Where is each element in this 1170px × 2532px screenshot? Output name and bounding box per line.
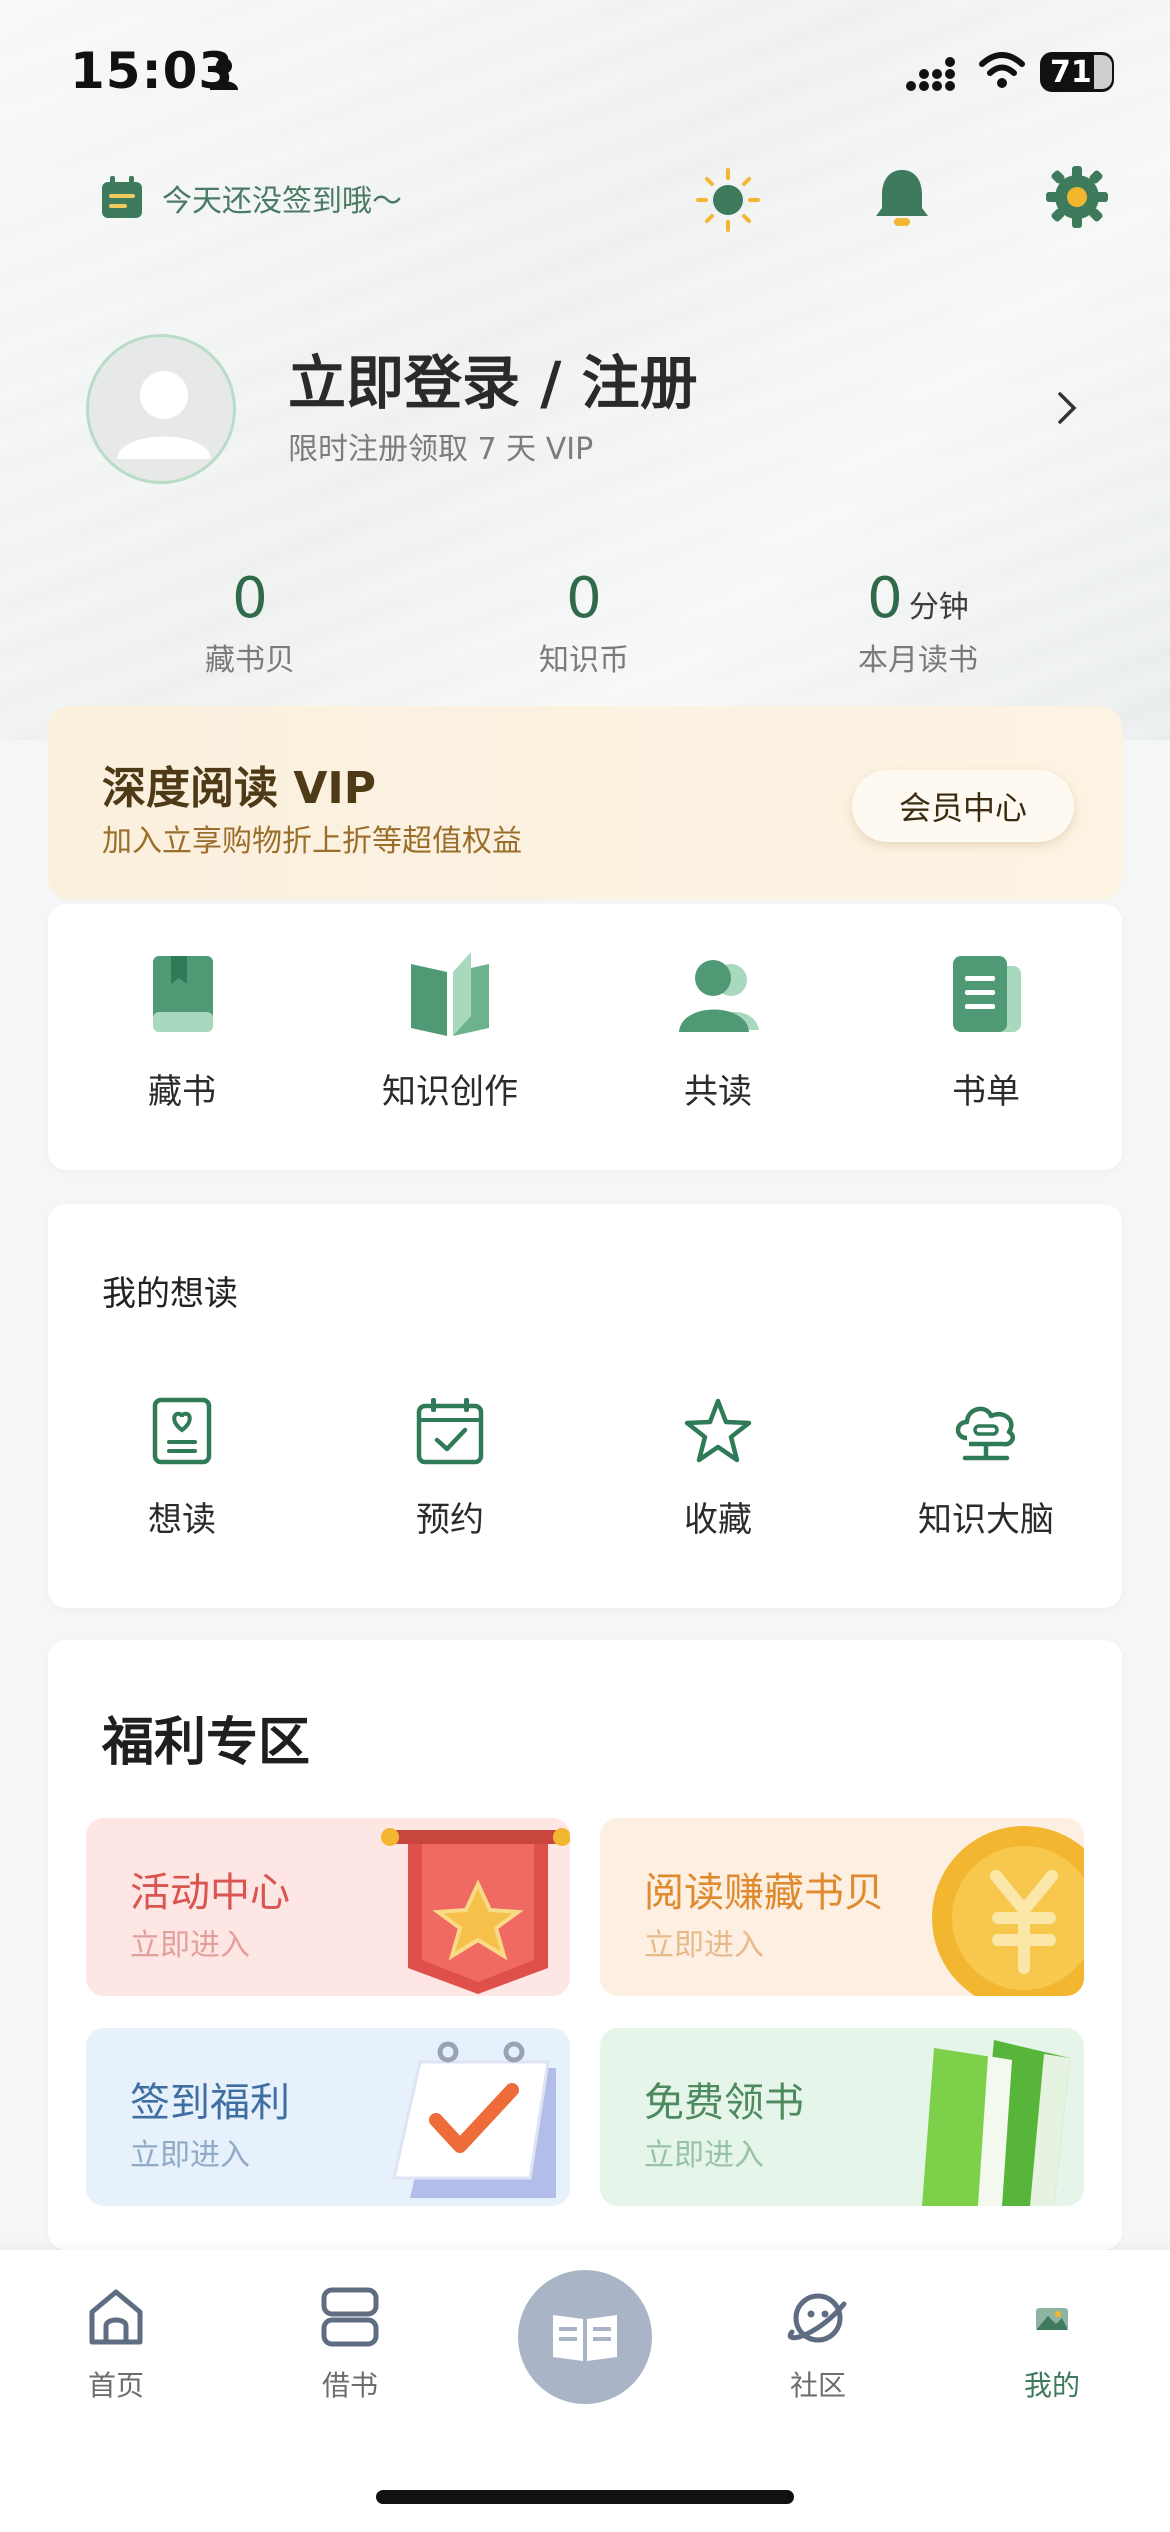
action-collection[interactable]: 藏书 <box>82 950 282 1113</box>
calendar-checkmark-icon <box>392 2041 556 2198</box>
wishlist-title: 我的想读 <box>102 1274 238 1314</box>
home-icon <box>89 2289 143 2345</box>
stat-value: 0 <box>867 566 903 631</box>
wish-label: 想读 <box>148 1500 216 1540</box>
wish-label: 收藏 <box>684 1500 752 1540</box>
settings-gear-icon[interactable] <box>1046 166 1108 228</box>
nav-reader-button[interactable] <box>518 2270 652 2404</box>
profile-icon <box>1036 2308 1068 2330</box>
person-icon <box>210 58 238 90</box>
action-co-reading[interactable]: 共读 <box>618 950 818 1113</box>
wish-item-reserve[interactable]: 预约 <box>340 1396 560 1541</box>
action-label: 共读 <box>684 1072 752 1112</box>
home-indicator[interactable] <box>376 2490 794 2504</box>
chevron-right-icon[interactable] <box>1056 388 1080 428</box>
stat-unit: 分钟 <box>908 590 969 625</box>
stat-label: 知识币 <box>539 643 629 678</box>
tile-title: 免费领书 <box>644 2080 804 2126</box>
checkin-text: 今天还没签到哦～ <box>162 184 402 219</box>
tile-subtitle: 立即进入 <box>130 2138 250 2173</box>
nav-home[interactable]: 首页 <box>36 2286 196 2404</box>
theme-sun-icon[interactable] <box>696 168 760 232</box>
stat-label: 藏书贝 <box>205 643 295 678</box>
ribbon-star-medal-icon <box>381 1828 570 1994</box>
action-label: 书单 <box>952 1072 1020 1112</box>
action-label: 知识创作 <box>382 1072 518 1112</box>
wish-item-knowledge-brain[interactable]: 知识大脑 <box>876 1396 1096 1541</box>
login-register-title[interactable]: 立即登录 / 注册 <box>288 336 698 420</box>
nav-mine[interactable]: 我的 <box>972 2286 1132 2404</box>
planet-icon <box>787 2293 847 2343</box>
brain-cloud-icon <box>955 1406 1015 1461</box>
benefits-title: 福利专区 <box>102 1713 311 1773</box>
member-center-button[interactable]: 会员中心 <box>852 770 1074 842</box>
tile-subtitle: 立即进入 <box>644 1928 764 1963</box>
yuan-coin-icon <box>932 1826 1084 1996</box>
default-avatar-icon <box>117 371 211 459</box>
group-users-icon <box>679 960 759 1032</box>
stat-collection-points[interactable]: 0 藏书贝 <box>130 566 370 679</box>
stat-value: 0 <box>566 566 602 631</box>
vip-title: 深度阅读 VIP <box>102 763 376 814</box>
nav-label: 我的 <box>1023 2369 1080 2402</box>
tile-checkin-benefits[interactable]: 签到福利 立即进入 <box>86 2028 570 2206</box>
wish-label: 预约 <box>416 1500 484 1540</box>
tile-read-earn-points[interactable]: 阅读赚藏书贝 立即进入 <box>600 1818 1084 1996</box>
action-knowledge-creation[interactable]: 知识创作 <box>350 950 550 1113</box>
tile-activity-center[interactable]: 活动中心 立即进入 <box>86 1818 570 1996</box>
vip-subtitle: 加入立享购物折上折等超值权益 <box>102 824 522 859</box>
bookmark-book-icon <box>153 956 213 1032</box>
star-icon <box>684 1398 752 1463</box>
notification-bell-icon[interactable] <box>872 166 932 230</box>
wish-item-favorites[interactable]: 收藏 <box>608 1396 828 1541</box>
stat-value: 0 <box>232 566 268 631</box>
wish-label: 知识大脑 <box>918 1500 1054 1540</box>
nav-label: 借书 <box>321 2369 378 2402</box>
action-label: 藏书 <box>148 1072 216 1112</box>
login-subtitle: 限时注册领取 7 天 VIP <box>288 432 594 467</box>
checkin-reminder[interactable]: 今天还没签到哦～ <box>100 176 402 220</box>
cellular-signal-icon <box>906 57 955 91</box>
heart-note-icon <box>152 1397 212 1465</box>
tile-subtitle: 立即进入 <box>130 1928 250 1963</box>
stat-label: 本月读书 <box>858 643 978 678</box>
battery-empty-part <box>1094 55 1112 89</box>
calendar-check-icon <box>416 1398 484 1465</box>
nav-label: 社区 <box>789 2369 846 2402</box>
borrow-icon <box>321 2287 379 2347</box>
stat-knowledge-coins[interactable]: 0 知识币 <box>464 566 704 679</box>
wish-item-want-read[interactable]: 想读 <box>72 1396 292 1541</box>
booklist-icon <box>953 956 1021 1032</box>
nav-community[interactable]: 社区 <box>738 2286 898 2404</box>
tile-title: 活动中心 <box>130 1870 290 1916</box>
tile-title: 签到福利 <box>130 2080 290 2126</box>
nav-label: 首页 <box>87 2369 144 2402</box>
calendar-icon <box>102 176 142 218</box>
avatar[interactable] <box>86 334 236 484</box>
wifi-icon <box>979 52 1025 88</box>
action-booklist[interactable]: 书单 <box>886 950 1086 1113</box>
nav-borrow[interactable]: 借书 <box>270 2286 430 2404</box>
open-book-icon <box>411 952 489 1036</box>
tile-free-books[interactable]: 免费领书 立即进入 <box>600 2028 1084 2206</box>
stat-reading-minutes[interactable]: 0 分钟 本月读书 <box>798 566 1038 679</box>
tile-subtitle: 立即进入 <box>644 2138 764 2173</box>
reader-book-icon <box>553 2315 617 2361</box>
green-books-icon <box>922 2040 1070 2206</box>
tile-title: 阅读赚藏书贝 <box>644 1870 884 1916</box>
